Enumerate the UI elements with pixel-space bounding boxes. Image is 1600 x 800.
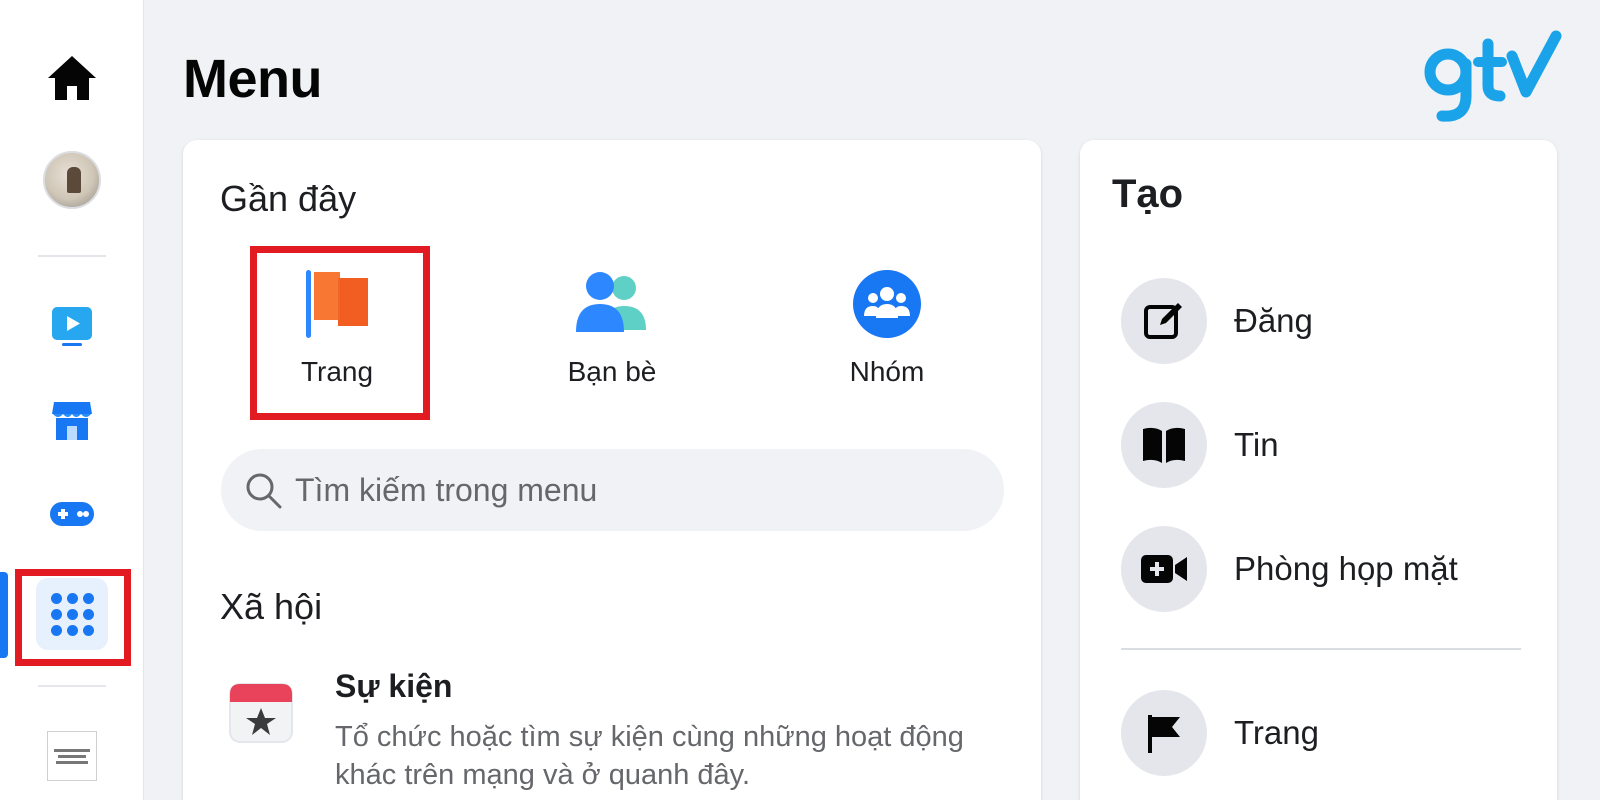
flag-icon <box>1121 690 1207 776</box>
event-description: Tổ chức hoặc tìm sự kiện cùng những hoạt… <box>335 721 964 791</box>
recent-item-friends[interactable]: Bạn bè <box>532 268 692 388</box>
left-nav-rail <box>0 0 144 800</box>
search-input[interactable] <box>295 471 975 509</box>
video-icon <box>52 307 92 346</box>
rail-divider <box>38 255 106 257</box>
watch-button[interactable] <box>36 290 108 362</box>
gamepad-icon <box>50 502 94 526</box>
page-title: Menu <box>183 49 323 109</box>
groups-icon <box>853 270 921 338</box>
profile-button[interactable] <box>36 144 108 216</box>
create-item-page[interactable]: Trang <box>1121 690 1319 776</box>
create-item-label: Đăng <box>1234 302 1313 339</box>
compose-icon <box>1121 278 1207 364</box>
recent-section-title: Gần đây <box>220 178 357 219</box>
create-item-label: Phòng họp mặt <box>1234 550 1458 587</box>
marketplace-button[interactable] <box>36 384 108 456</box>
create-section-title: Tạo <box>1112 172 1184 216</box>
create-item-label: Trang <box>1234 714 1319 751</box>
gtv-logo <box>1424 30 1562 122</box>
highlight-box-trang <box>250 246 430 420</box>
menu-search-box[interactable] <box>221 449 1004 531</box>
social-section-title: Xã hội <box>220 586 323 627</box>
recent-item-label: Nhóm <box>849 356 925 387</box>
gaming-button[interactable] <box>36 478 108 550</box>
home-button[interactable] <box>36 42 108 114</box>
active-indicator <box>0 572 8 658</box>
recent-item-groups[interactable]: Nhóm <box>807 268 967 388</box>
calendar-icon <box>229 683 293 743</box>
book-icon <box>1121 402 1207 488</box>
create-item-room[interactable]: Phòng họp mặt <box>1121 526 1458 612</box>
shortcut-button[interactable] <box>36 720 108 792</box>
highlight-box-menu <box>15 569 131 666</box>
home-icon <box>48 56 96 100</box>
page-thumbnail-icon <box>47 731 97 781</box>
search-icon <box>246 473 282 509</box>
rail-divider-2 <box>38 685 106 687</box>
avatar <box>43 151 101 209</box>
create-divider <box>1121 648 1521 650</box>
event-title: Sự kiện <box>335 668 453 704</box>
create-item-post[interactable]: Đăng <box>1121 278 1313 364</box>
create-item-story[interactable]: Tin <box>1121 402 1279 488</box>
recent-item-label: Bạn bè <box>567 356 657 387</box>
friends-icon <box>576 272 646 332</box>
store-icon <box>52 402 92 440</box>
video-add-icon <box>1121 526 1207 612</box>
create-item-label: Tin <box>1234 426 1279 463</box>
